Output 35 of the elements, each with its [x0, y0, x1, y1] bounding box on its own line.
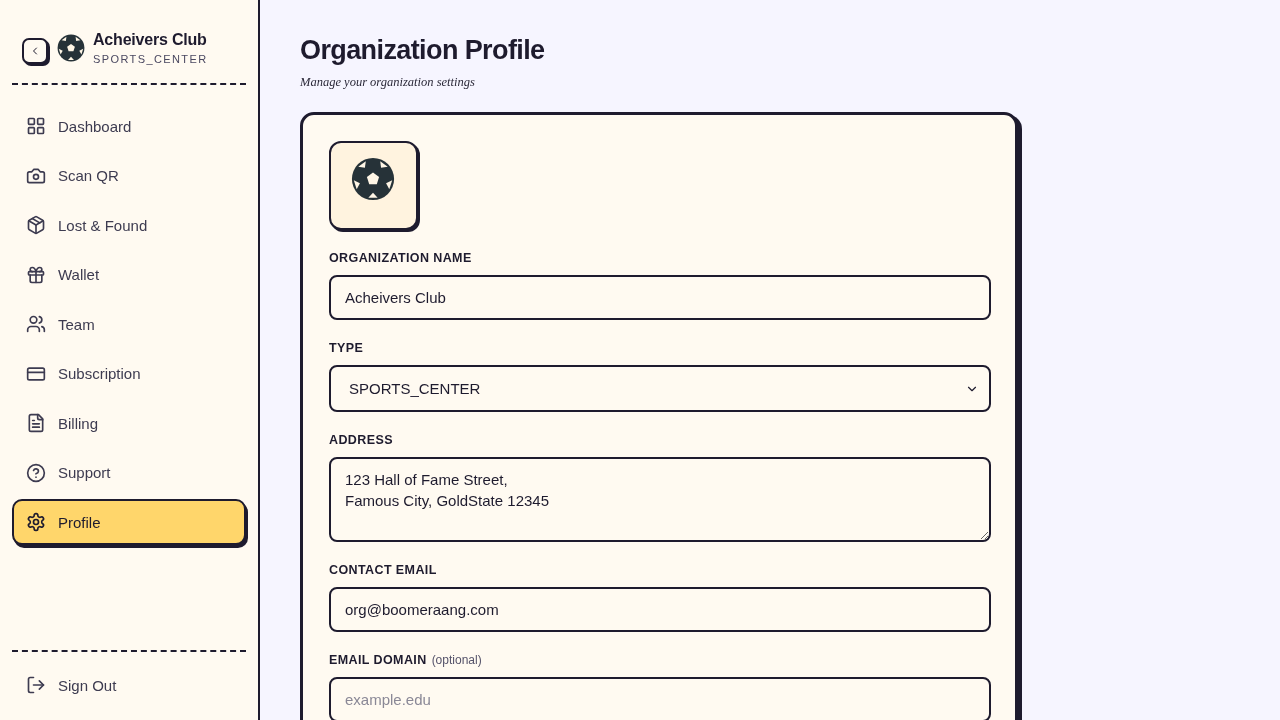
document-icon: [26, 413, 46, 433]
nav-item[interactable]: Lost & Found: [12, 202, 246, 248]
type-select[interactable]: SPORTS_CENTER: [329, 365, 991, 412]
field-label: ORGANIZATION NAME: [329, 250, 472, 266]
nav-item[interactable]: Support: [12, 449, 246, 496]
box-icon: [26, 215, 46, 235]
nav-item[interactable]: Scan QR: [12, 152, 246, 199]
field-label: TYPE: [329, 340, 364, 356]
input-field[interactable]: org@boomeraang.com: [329, 587, 991, 632]
collapse-button[interactable]: [22, 38, 48, 64]
nav-item[interactable]: Billing: [12, 400, 246, 446]
soccer-ball-icon: [57, 34, 85, 62]
help-icon: [26, 462, 46, 483]
users-icon: [26, 314, 46, 334]
nav-item[interactable]: Team: [12, 301, 246, 347]
grid-icon: [26, 116, 46, 136]
page-title: Organization Profile: [300, 34, 546, 67]
settings-icon: [26, 512, 46, 532]
org-name: Acheivers Club: [93, 29, 208, 50]
nav-item[interactable]: Wallet: [12, 251, 246, 298]
nav-item[interactable]: Dashboard: [12, 103, 246, 149]
optional-note: (optional): [431, 652, 482, 668]
address-field[interactable]: 123 Hall of Fame Street, Famous City, GoldState 12345: [329, 457, 991, 542]
sign-out-icon: [26, 675, 46, 695]
field-label: CONTACT EMAIL: [329, 562, 437, 578]
input-field[interactable]: Acheivers Club: [329, 275, 991, 320]
nav-item[interactable]: Subscription: [12, 350, 246, 397]
field-label: EMAIL DOMAIN: [329, 652, 427, 668]
sign-out-link[interactable]: Sign Out: [12, 662, 246, 708]
gift-icon: [26, 264, 46, 285]
input-field[interactable]: example.edu: [329, 677, 991, 720]
org-type: SPORTS_CENTER: [93, 51, 208, 67]
field-label: ADDRESS: [329, 432, 393, 448]
page-subtitle: Manage your organization settings: [300, 74, 476, 90]
nav-item[interactable]: Profile: [12, 499, 246, 545]
